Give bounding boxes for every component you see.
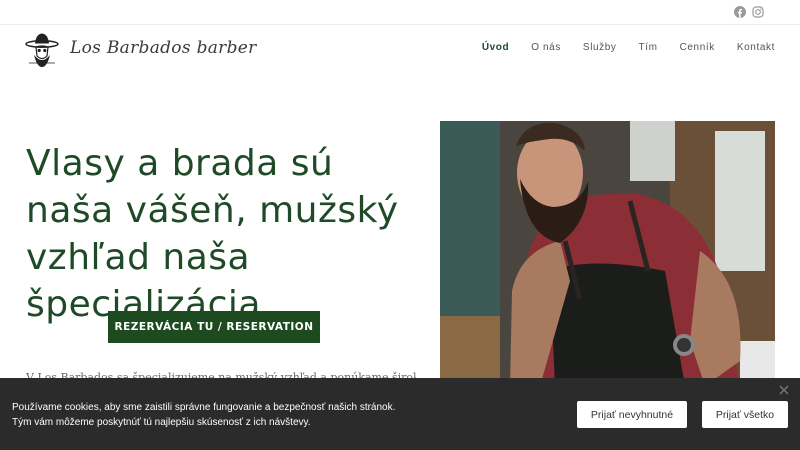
barber-photo [440,121,775,386]
logo-text[interactable]: Los Barbados barber [70,38,257,58]
top-bar [0,0,800,25]
nav-item-o-nas[interactable]: O nás [531,42,561,53]
instagram-icon[interactable] [752,6,764,18]
facebook-icon[interactable] [734,6,746,18]
logo-sombrero-skull-icon[interactable] [25,32,59,68]
nav-item-uvod[interactable]: Úvod [482,42,509,53]
nav-item-tim[interactable]: Tím [639,42,658,53]
accept-all-button[interactable]: Prijať všetko [702,401,788,428]
cookie-text: Používame cookies, aby sme zaistili sprá… [12,402,396,428]
nav-item-cennik[interactable]: Cenník [680,42,715,53]
site-header: Los Barbados barber Úvod O nás Služby Tí… [0,25,800,75]
nav-item-sluzby[interactable]: Služby [583,42,617,53]
nav-item-kontakt[interactable]: Kontakt [737,42,775,53]
reservation-button[interactable]: REZERVÁCIA TU / RESERVATION [108,311,320,343]
hero-title: Vlasy a brada sú naša vášeň, mužský vzhľ… [26,143,399,325]
accept-necessary-button[interactable]: Prijať nevyhnutné [577,401,687,428]
main-nav: Úvod O nás Služby Tím Cenník Kontakt [482,42,775,53]
close-icon[interactable] [778,384,790,396]
cookie-banner: Používame cookies, aby sme zaistili sprá… [0,378,800,450]
